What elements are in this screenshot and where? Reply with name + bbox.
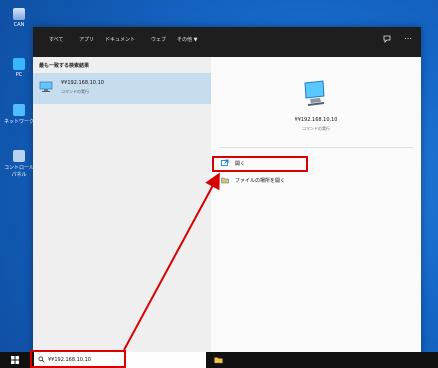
feedback-icon[interactable]: [383, 35, 391, 45]
search-tabs: すべて アプリ ドキュメント ウェブ その他 ▼ ⋯: [33, 27, 421, 57]
control-panel-icon: [13, 150, 25, 162]
tab-more[interactable]: その他 ▼: [177, 36, 197, 43]
desktop-this-pc[interactable]: PC: [2, 58, 36, 78]
more-options-icon[interactable]: ⋯: [404, 35, 412, 43]
search-highlight: [30, 350, 126, 368]
tab-more-label: その他: [177, 37, 193, 43]
detail-subtitle: コマンドの実行: [302, 126, 330, 131]
best-match-title: ¥¥192.168.10.10: [61, 80, 104, 86]
tab-documents[interactable]: ドキュメント: [105, 36, 135, 43]
desktop-control-panel[interactable]: コントロールパネル: [2, 150, 36, 178]
tab-all[interactable]: すべて: [49, 36, 63, 43]
feedback-icon-svg: [383, 35, 391, 43]
desktop-icon-label: PC: [15, 72, 23, 78]
network-computer-icon: [304, 80, 325, 106]
desktop-icon-label: コントロールパネル: [3, 165, 34, 178]
tab-apps[interactable]: アプリ: [79, 36, 94, 43]
computer-icon: [13, 58, 25, 70]
open-file-location-label: ファイルの場所を開く: [235, 178, 286, 184]
detail-title: ¥¥192.168.10.10: [294, 117, 338, 123]
tab-web[interactable]: ウェブ: [151, 36, 166, 43]
best-match-header: 最も一致する検索結果: [39, 63, 90, 69]
best-match-subtitle: コマンドの実行: [61, 89, 89, 94]
network-icon: [13, 104, 25, 116]
open-action-highlight: [212, 156, 308, 172]
results-pane: 最も一致する検索結果 ¥¥192.168.10.10 コマンドの実行: [33, 57, 211, 355]
network-computer-icon: [39, 81, 53, 92]
desktop-icon-label: ネットワーク: [3, 119, 34, 125]
desktop-icon-label: CAN: [13, 22, 25, 28]
open-file-location-action[interactable]: ファイルの場所を開く: [221, 174, 401, 186]
desktop-recycle-bin[interactable]: CAN: [2, 8, 36, 28]
windows-start-icon[interactable]: [11, 356, 19, 364]
details-pane: ¥¥192.168.10.10 コマンドの実行 開く ファイルの場所を開く: [211, 57, 421, 355]
desktop-network[interactable]: ネットワーク: [2, 104, 36, 125]
recycle-bin-icon: [13, 8, 25, 20]
search-panel: すべて アプリ ドキュメント ウェブ その他 ▼ ⋯ 最も一致する検索結果 ¥¥…: [33, 27, 421, 355]
divider: [219, 147, 413, 148]
chevron-down-icon: ▼: [193, 37, 198, 43]
best-match-result[interactable]: ¥¥192.168.10.10 コマンドの実行: [33, 73, 211, 104]
folder-location-icon: [221, 177, 229, 184]
file-explorer-icon[interactable]: [214, 356, 223, 364]
